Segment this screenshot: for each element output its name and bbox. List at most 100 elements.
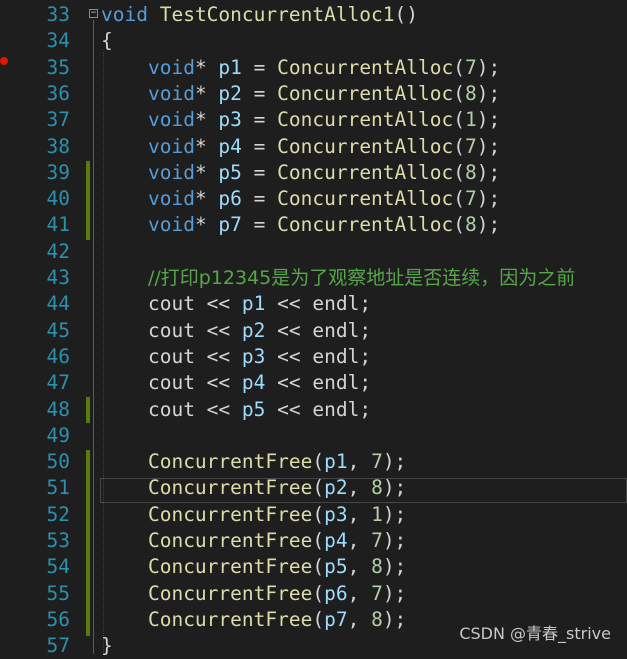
paren: ( bbox=[453, 160, 465, 184]
paren: ( bbox=[312, 502, 325, 526]
pointer-op: * bbox=[194, 187, 219, 211]
line-number: 51 bbox=[46, 476, 70, 500]
code-line[interactable]: 47 cout << p4 << endl; bbox=[0, 370, 627, 396]
code-line[interactable]: 44 cout << p1 << endl; bbox=[0, 291, 627, 317]
watermark: CSDN @青春_strive bbox=[459, 624, 611, 643]
paren: ); bbox=[382, 555, 407, 579]
line-number: 45 bbox=[46, 318, 70, 342]
paren: ( bbox=[453, 213, 465, 237]
paren: ( bbox=[312, 607, 325, 631]
cout: cout bbox=[147, 344, 195, 368]
variable: p3 bbox=[324, 502, 348, 526]
endl: endl bbox=[312, 318, 360, 342]
assign-op: = bbox=[241, 187, 278, 211]
line-number: 43 bbox=[46, 266, 70, 289]
paren: ( bbox=[453, 55, 465, 79]
paren: ); bbox=[382, 529, 407, 552]
line-number: 47 bbox=[46, 371, 70, 395]
stream-op: << bbox=[194, 397, 242, 421]
stream-op: << bbox=[265, 318, 313, 342]
cout: cout bbox=[147, 292, 195, 316]
line-number: 38 bbox=[46, 134, 70, 158]
comma: , bbox=[347, 502, 372, 526]
line-number: 56 bbox=[46, 607, 70, 631]
code-line[interactable]: 53 ConcurrentFree(p4, 7); bbox=[0, 528, 627, 554]
paren: ( bbox=[453, 108, 465, 132]
variable: p1 bbox=[218, 55, 242, 79]
code-line[interactable]: 38 void* p4 = ConcurrentAlloc(7); bbox=[0, 134, 627, 160]
pointer-op: * bbox=[194, 55, 219, 79]
code-line[interactable]: 36 void* p2 = ConcurrentAlloc(8); bbox=[0, 81, 627, 107]
assign-op: = bbox=[241, 160, 278, 184]
comma: , bbox=[347, 581, 372, 605]
comma: , bbox=[347, 529, 372, 552]
line-number: 36 bbox=[46, 81, 70, 105]
code-line[interactable]: 55 ConcurrentFree(p6, 7); bbox=[0, 581, 627, 607]
function-call: ConcurrentFree bbox=[147, 555, 313, 579]
line-number: 35 bbox=[46, 55, 70, 79]
stream-op: << bbox=[265, 371, 313, 395]
keyword: void bbox=[147, 160, 195, 184]
comma: , bbox=[347, 607, 372, 631]
stream-op: << bbox=[194, 292, 242, 316]
semicolon: ; bbox=[359, 397, 372, 421]
line-code: ConcurrentFree(p2, 8); bbox=[101, 475, 406, 501]
keyword: void bbox=[147, 134, 195, 158]
paren: ( bbox=[312, 581, 325, 605]
parens: () bbox=[394, 3, 419, 26]
paren: ); bbox=[476, 108, 501, 132]
code-line[interactable]: 37 void* p3 = ConcurrentAlloc(1); bbox=[0, 107, 627, 133]
code-line[interactable]: 41 void* p7 = ConcurrentAlloc(8); bbox=[0, 212, 627, 238]
paren: ); bbox=[382, 581, 407, 605]
code-line[interactable]: 43 //打印p12345是为了观察地址是否连续，因为之前 bbox=[0, 265, 627, 291]
paren: ( bbox=[312, 555, 325, 579]
code-line[interactable]: 45 cout << p2 << endl; bbox=[0, 318, 627, 344]
code-line[interactable]: 34 { bbox=[0, 28, 627, 54]
semicolon: ; bbox=[359, 292, 372, 316]
cout: cout bbox=[147, 318, 195, 342]
code-line[interactable]: 46 cout << p3 << endl; bbox=[0, 344, 627, 370]
code-editor[interactable]: − 33 void TestConcurrentAlloc1() 34{35 voi… bbox=[0, 0, 627, 657]
line-code: void* p3 = ConcurrentAlloc(1); bbox=[101, 107, 500, 133]
code-line[interactable]: 50 ConcurrentFree(p1, 7); bbox=[0, 449, 627, 475]
line-code: void* p6 = ConcurrentAlloc(7); bbox=[101, 186, 500, 212]
keyword: void bbox=[147, 55, 195, 79]
code-line[interactable]: 49 bbox=[0, 423, 627, 449]
code-line[interactable]: 40 void* p6 = ConcurrentAlloc(7); bbox=[0, 186, 627, 212]
line-number: 48 bbox=[46, 397, 70, 421]
code-line[interactable]: 51 ConcurrentFree(p2, 8); bbox=[0, 475, 627, 501]
endl: endl bbox=[312, 344, 360, 368]
variable: p4 bbox=[324, 529, 348, 552]
line-code: //打印p12345是为了观察地址是否连续，因为之前 bbox=[101, 265, 575, 291]
semicolon: ; bbox=[359, 318, 372, 342]
variable: p6 bbox=[218, 187, 242, 211]
code-line[interactable]: 42 bbox=[0, 239, 627, 265]
keyword: void bbox=[101, 3, 148, 26]
endl: endl bbox=[312, 292, 360, 316]
code-line[interactable]: 35 void* p1 = ConcurrentAlloc(7); bbox=[0, 55, 627, 81]
code-line[interactable]: 52 ConcurrentFree(p3, 1); bbox=[0, 502, 627, 528]
code-line[interactable]: 48 cout << p5 << endl; bbox=[0, 397, 627, 423]
line-code: { bbox=[101, 28, 113, 54]
code-line[interactable]: 39 void* p5 = ConcurrentAlloc(8); bbox=[0, 160, 627, 186]
line-code: cout << p5 << endl; bbox=[101, 397, 371, 423]
line-number: 54 bbox=[46, 555, 70, 579]
line-code: cout << p3 << endl; bbox=[101, 344, 371, 370]
function-call: ConcurrentFree bbox=[147, 450, 313, 474]
paren: ( bbox=[453, 134, 465, 158]
paren: ); bbox=[476, 187, 501, 211]
line-code: ConcurrentFree(p1, 7); bbox=[101, 449, 406, 475]
code-line[interactable]: 33 void TestConcurrentAlloc1() bbox=[0, 2, 627, 28]
function-call: ConcurrentAlloc bbox=[277, 134, 454, 158]
paren: ); bbox=[476, 81, 501, 105]
code-line[interactable]: 54 ConcurrentFree(p5, 8); bbox=[0, 554, 627, 580]
pointer-op: * bbox=[194, 108, 219, 132]
